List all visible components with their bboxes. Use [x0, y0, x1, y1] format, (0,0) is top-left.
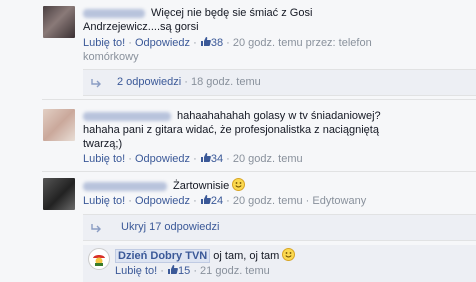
commenter-avatar[interactable] — [43, 178, 75, 210]
comment-time[interactable]: 20 godz. temu — [233, 195, 303, 207]
commenter-avatar[interactable] — [43, 109, 75, 141]
tvn-logo-icon[interactable] — [88, 248, 110, 270]
reply-time[interactable]: 21 godz. temu — [200, 265, 270, 277]
reply-author[interactable]: Dzień Dobry TVN — [115, 249, 211, 263]
like-link[interactable]: Lubię to! — [83, 37, 125, 49]
tvn-logo-graphic — [90, 250, 108, 268]
comment-meta: Lubię to! · Odpowiedz · 34 · 20 godz. te… — [83, 153, 303, 165]
replies-time: 18 godz. temu — [191, 76, 261, 88]
like-count[interactable]: 15 — [167, 265, 190, 277]
reply-link[interactable]: Odpowiedz — [135, 37, 190, 49]
view-replies-link[interactable]: 2 odpowiedzi — [117, 76, 181, 88]
reply-arrow-icon — [91, 224, 101, 233]
hide-replies-link[interactable]: Ukryj 17 odpowiedzi — [121, 221, 219, 233]
reply-arrow-icon — [91, 79, 101, 88]
comment-text: Więcej nie będę sie śmiać z Gosi Andrzej… — [83, 7, 313, 33]
thumbs-up-icon — [200, 153, 211, 162]
commenter-avatar[interactable] — [43, 6, 75, 38]
commenter-name-blurred[interactable] — [83, 111, 171, 121]
like-link[interactable]: Lubię to! — [83, 195, 125, 207]
thumbs-up-icon — [168, 265, 178, 274]
comment-time[interactable]: 20 godz. temu przez: telefon — [233, 37, 372, 49]
view-replies-bar[interactable]: 2 odpowiedzi · 18 godz. temu — [83, 69, 476, 96]
like-count[interactable]: 24 — [200, 195, 223, 207]
comment-text: hahaahahahah golasy w tv śniadaniowej? h… — [83, 110, 381, 150]
comment-meta: Lubię to! · Odpowiedz · 24 · 20 godz. te… — [83, 195, 367, 207]
thumbs-up-icon — [200, 37, 211, 46]
comment-divider — [42, 171, 476, 172]
commenter-name-blurred[interactable] — [83, 8, 145, 18]
comment-divider — [42, 99, 476, 100]
commenter-name-blurred[interactable] — [83, 181, 167, 191]
comment-text: Żartownisie — [83, 178, 413, 193]
smiley-icon — [282, 248, 296, 261]
smiley-icon — [232, 178, 246, 191]
reply-text: Dzień Dobry TVN oj tam, oj tam — [115, 248, 296, 263]
comment-time-cont: komórkowy — [83, 51, 139, 63]
like-link[interactable]: Lubię to! — [83, 153, 125, 165]
thumbs-up-icon — [200, 195, 211, 204]
like-link[interactable]: Lubię to! — [115, 265, 157, 277]
hide-replies-bar[interactable]: Ukryj 17 odpowiedzi — [83, 214, 476, 241]
edited-label[interactable]: Edytowany — [312, 195, 366, 207]
like-count[interactable]: 38 — [200, 37, 223, 49]
comment-time[interactable]: 20 godz. temu — [233, 153, 303, 165]
reply-link[interactable]: Odpowiedz — [135, 195, 190, 207]
nested-reply: Dzień Dobry TVN oj tam, oj tam Lubię to!… — [83, 245, 476, 282]
reply-link[interactable]: Odpowiedz — [135, 153, 190, 165]
like-count[interactable]: 34 — [200, 153, 223, 165]
comment-meta: Lubię to! · Odpowiedz · 38 · 20 godz. te… — [83, 37, 372, 63]
reply-meta: Lubię to! · 15 · 21 godz. temu — [115, 265, 270, 277]
